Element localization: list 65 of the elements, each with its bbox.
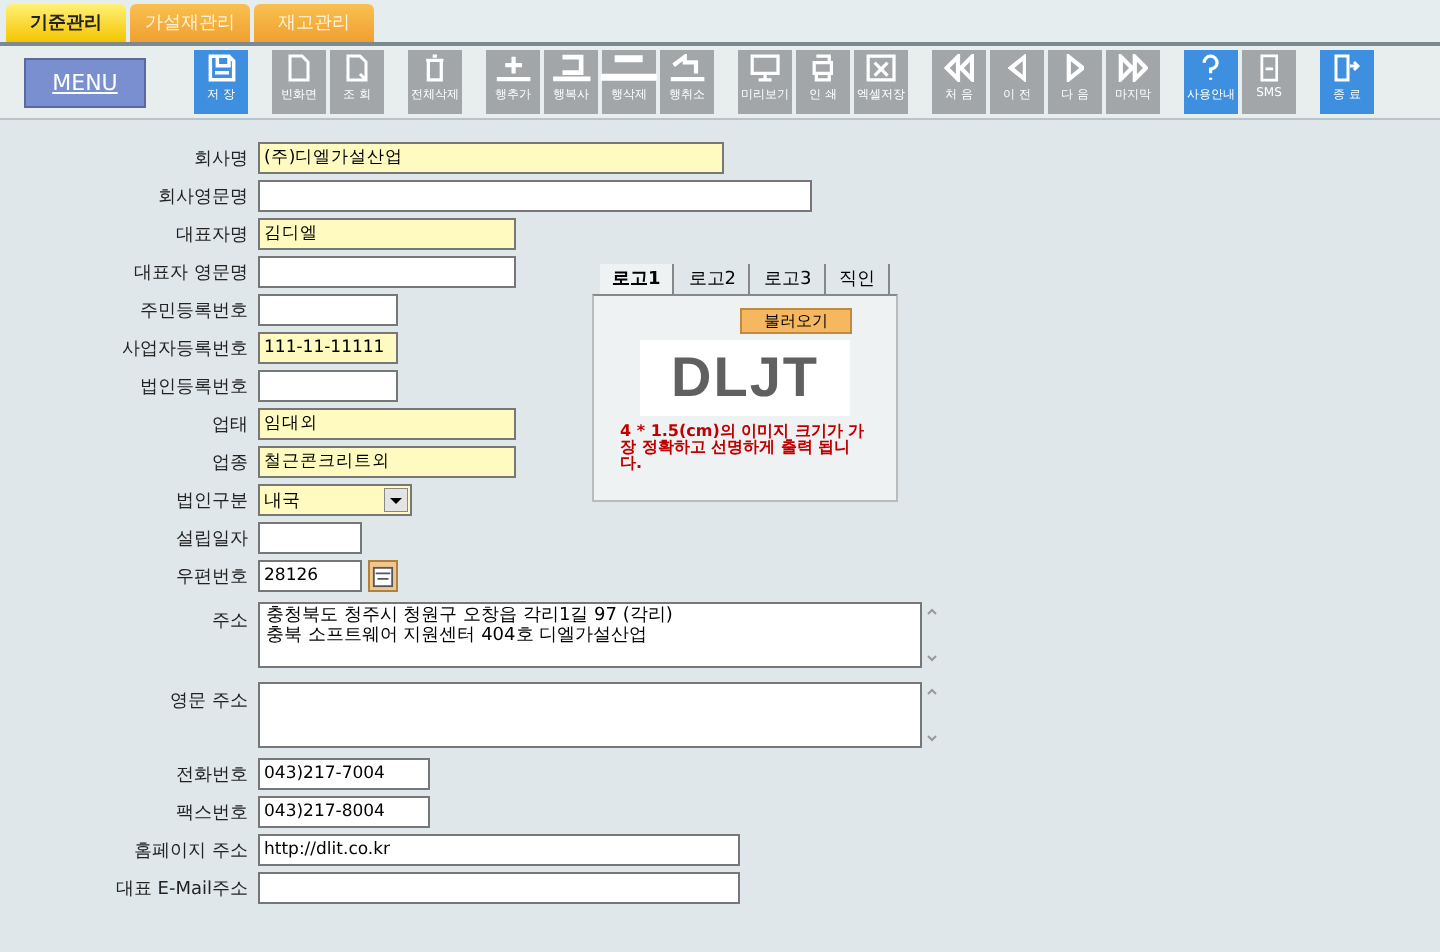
input-field[interactable] — [258, 370, 398, 402]
field-label: 주소 — [210, 610, 248, 634]
field-label: 회사명 — [192, 147, 248, 171]
field-label: 홈페이지 주소 — [132, 839, 248, 863]
mailbox-icon — [372, 565, 394, 587]
toolbar-icon — [288, 54, 310, 82]
toolbar-icon — [596, 54, 662, 82]
toolbar-icon — [424, 54, 446, 82]
image-size-note: 4 * 1.5(cm)의 이미지 크기가 가장 정확하고 선명하게 출력 됩니다. — [620, 424, 867, 472]
toolbar-icon — [1117, 54, 1149, 82]
toolbar-icon — [812, 54, 834, 82]
toolbar-icon — [1065, 54, 1085, 82]
field-label: 업태 — [210, 413, 248, 437]
text-area[interactable] — [258, 682, 922, 748]
field-label: 법인등록번호 — [138, 375, 248, 399]
input-field[interactable]: 28126 — [258, 560, 362, 592]
field-label: 법인구분 — [174, 489, 248, 513]
address-search-button[interactable] — [368, 560, 398, 592]
toolbar-icon — [346, 54, 368, 82]
caret-icon — [384, 488, 408, 512]
toolbar-icon — [1007, 54, 1027, 82]
toolbar-icon — [207, 54, 235, 82]
toolbar-icon — [1202, 54, 1220, 82]
module-tab[interactable]: 재고관리 — [254, 4, 374, 42]
input-field[interactable]: 임대외 — [258, 408, 516, 440]
module-tab[interactable]: 가설재관리 — [130, 4, 250, 42]
input-field[interactable] — [258, 294, 398, 326]
input-field[interactable]: 111-11-11111 — [258, 332, 398, 364]
input-field[interactable] — [258, 180, 812, 212]
field-label: 주민등록번호 — [138, 299, 248, 323]
field-label: 사업자등록번호 — [120, 337, 248, 361]
input-field[interactable]: 043)217-7004 — [258, 758, 430, 790]
toolbar-icon — [865, 54, 897, 82]
input-field[interactable]: 043)217-8004 — [258, 796, 430, 828]
toolbar-icon — [667, 54, 707, 82]
field-label: 영문 주소 — [168, 690, 248, 714]
menu-button[interactable]: MENU — [24, 57, 146, 107]
input-field[interactable]: (주)디엘가설산업 — [258, 142, 724, 174]
field-label: 팩스번호 — [174, 801, 248, 825]
toolbar-icon — [1334, 54, 1360, 82]
field-label: 설립일자 — [174, 527, 248, 551]
input-field[interactable]: http://dlit.co.kr — [258, 834, 740, 866]
field-label: 우편번호 — [174, 565, 248, 589]
field-label: 전화번호 — [174, 763, 248, 787]
input-field[interactable] — [258, 522, 362, 554]
field-label: 회사영문명 — [156, 185, 248, 209]
load-button[interactable]: 불러오기 — [740, 308, 852, 334]
toolbar-icon — [943, 54, 975, 82]
field-label: 업종 — [210, 451, 248, 475]
toolbar-icon — [749, 54, 781, 82]
toolbar-icon — [1259, 54, 1279, 82]
dropdown-field[interactable]: 내국 — [258, 484, 412, 516]
text-area[interactable]: 충청북도 청주시 청원구 오창읍 각리1길 97 (각리) 충북 소프트웨어 지원센터 404호 디엘가설산업 — [258, 602, 922, 668]
input-field[interactable]: 김디엘 — [258, 218, 516, 250]
field-label: 대표자명 — [174, 223, 248, 247]
input-field[interactable] — [258, 872, 740, 904]
company-logo: DLJT — [640, 340, 850, 416]
module-tab[interactable]: 기준관리 — [6, 4, 126, 42]
field-label: 대표 E-Mail주소 — [113, 877, 248, 901]
field-label: 대표자 영문명 — [132, 261, 248, 285]
toolbar-icon — [493, 54, 533, 82]
input-field[interactable] — [258, 256, 516, 288]
logo-tab[interactable]: 로고1 — [600, 264, 675, 294]
toolbar-icon — [549, 54, 593, 82]
input-field[interactable]: 철근콘크리트외 — [258, 446, 516, 478]
